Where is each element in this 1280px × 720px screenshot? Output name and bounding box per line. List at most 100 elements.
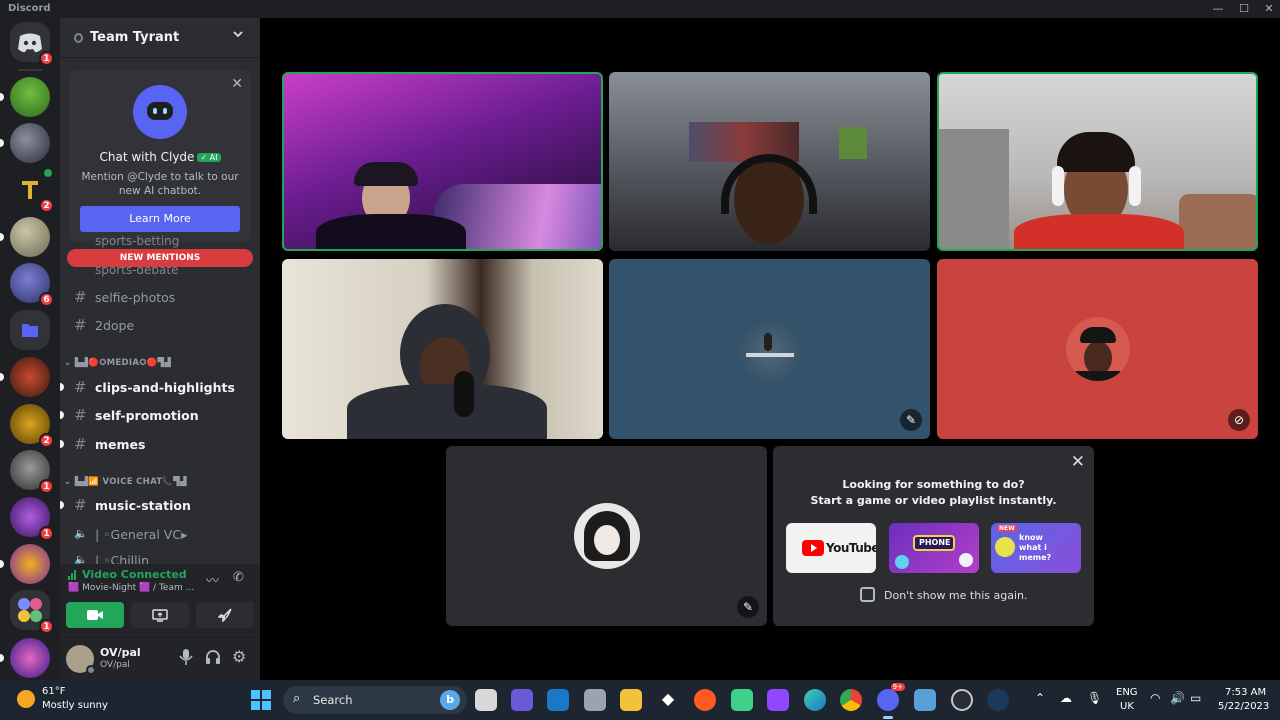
- channel-sports-betting[interactable]: sports-betting: [95, 234, 179, 248]
- video-tile-2[interactable]: [609, 72, 930, 251]
- server-icon-dark[interactable]: [0, 123, 50, 163]
- microphone-icon[interactable]: [179, 649, 193, 665]
- person-hair: [354, 162, 418, 186]
- clyde-avatar: [133, 85, 187, 139]
- video-tile-4[interactable]: [282, 259, 603, 439]
- clyde-eye: [163, 108, 167, 114]
- teams-icon[interactable]: [511, 689, 533, 711]
- microphone-tray-icon[interactable]: 🎙: [1087, 691, 1102, 705]
- minimize-button[interactable]: —: [1207, 0, 1229, 18]
- camera-button[interactable]: [66, 602, 124, 628]
- video-tile-3[interactable]: [937, 72, 1258, 251]
- new-mentions-bar[interactable]: NEW MENTIONS: [67, 249, 253, 267]
- volume-icon[interactable]: 🔊: [1170, 691, 1185, 705]
- headphones-icon[interactable]: [205, 649, 221, 665]
- channel-clips-and-highlights[interactable]: # clips-and-highlights: [60, 375, 252, 399]
- video-tile-6[interactable]: ⊘: [937, 259, 1258, 439]
- gartic-phone-activity-card[interactable]: PHONE: [889, 523, 979, 573]
- channel-memes[interactable]: # memes: [60, 432, 252, 456]
- dont-show-again-checkbox[interactable]: Don't show me this again.: [860, 587, 1027, 602]
- activity-button[interactable]: [196, 602, 254, 628]
- voice-status[interactable]: Video Connected: [82, 568, 187, 581]
- learn-more-button[interactable]: Learn More: [80, 206, 240, 232]
- server-icon-skull[interactable]: 1: [10, 450, 54, 494]
- app-icon-green[interactable]: [731, 689, 753, 711]
- direct-messages-button[interactable]: 1: [10, 22, 54, 66]
- battery-icon[interactable]: ▭: [1190, 691, 1201, 705]
- video-tile-1[interactable]: [282, 72, 603, 251]
- server-icon-rmg[interactable]: [0, 357, 50, 397]
- checkbox[interactable]: [860, 587, 875, 602]
- alienware-icon[interactable]: ◆: [657, 689, 679, 711]
- channel-selfie-photos[interactable]: # selfie-photos: [68, 285, 252, 309]
- taskbar-search[interactable]: ⌕ Search b: [283, 686, 467, 714]
- disconnect-icon[interactable]: ✆: [233, 570, 244, 585]
- wifi-icon[interactable]: ◠: [1150, 691, 1160, 705]
- weather-sun-icon[interactable]: [17, 690, 35, 708]
- server-header[interactable]: Team Tyrant: [60, 18, 260, 58]
- clock-date[interactable]: 5/22/2023: [1218, 701, 1269, 712]
- file-explorer-icon[interactable]: [620, 689, 642, 711]
- twitch-icon[interactable]: [767, 689, 789, 711]
- close-icon[interactable]: ✕: [231, 76, 243, 92]
- weather-temperature[interactable]: 61°F: [42, 686, 65, 697]
- video-tile-5[interactable]: ✎: [609, 259, 930, 439]
- calculator-icon[interactable]: [584, 689, 606, 711]
- soundcloud-icon[interactable]: [694, 689, 716, 711]
- task-view-icon[interactable]: [475, 689, 497, 711]
- app-icon-desktop[interactable]: [914, 689, 936, 711]
- discord-taskbar-icon[interactable]: 9+: [877, 683, 905, 719]
- activity-prompt: Looking for something to do?: [842, 478, 1025, 491]
- server-icon-purple[interactable]: 6: [10, 263, 54, 307]
- voice-channel-chillin[interactable]: 🔈 | ◦Chillin: [68, 548, 252, 564]
- channel-self-promotion[interactable]: # self-promotion: [60, 403, 252, 427]
- chrome-icon[interactable]: [840, 689, 862, 711]
- notification-badge: 1: [39, 526, 54, 541]
- server-icon-big-shop[interactable]: [0, 638, 50, 678]
- maximize-button[interactable]: ☐: [1233, 0, 1255, 18]
- noise-suppression-icon[interactable]: 〰: [206, 570, 219, 589]
- category-voice-chat[interactable]: ⌄ ▙▟📶 VOICE CHAT📞▜▟: [64, 477, 187, 487]
- server-folder-group[interactable]: 1: [10, 590, 54, 634]
- bing-icon[interactable]: b: [440, 690, 460, 710]
- outlook-icon[interactable]: [547, 689, 569, 711]
- server-icon-gold[interactable]: 2: [10, 404, 54, 448]
- know-what-i-meme-activity-card[interactable]: NEW know what i meme?: [991, 523, 1081, 573]
- close-window-button[interactable]: ✕: [1258, 0, 1280, 18]
- channel-music-station[interactable]: # music-station: [60, 493, 252, 517]
- close-icon[interactable]: ✕: [1071, 452, 1085, 472]
- server-rail: 1 2 6 2 1 1 1: [0, 18, 60, 680]
- activity-subprompt: Start a game or video playlist instantly…: [810, 494, 1057, 507]
- category-media[interactable]: ⌄ ▙▟🔴✪MEDIA✪🔴▜▟: [64, 358, 171, 368]
- screen-share-button[interactable]: [131, 602, 189, 628]
- user-name[interactable]: OV/pal: [100, 646, 141, 659]
- headphones-right: [1129, 166, 1141, 206]
- input-region[interactable]: UK: [1120, 701, 1134, 712]
- clock-time[interactable]: 7:53 AM: [1225, 687, 1266, 698]
- edge-icon[interactable]: [804, 689, 826, 711]
- start-button[interactable]: [251, 690, 271, 710]
- voice-channel-general[interactable]: 🔈 | ◦General VC▸: [68, 522, 252, 546]
- server-icon-sphere[interactable]: [0, 217, 50, 257]
- youtube-activity-card[interactable]: YouTube: [786, 523, 876, 573]
- video-tile-7[interactable]: ✎: [446, 446, 767, 626]
- chevron-up-icon[interactable]: ⌃: [1035, 691, 1045, 705]
- gear-icon[interactable]: ⚙: [232, 647, 246, 666]
- input-language[interactable]: ENG: [1116, 687, 1138, 698]
- server-icon-tyrant[interactable]: 2: [10, 167, 54, 213]
- server-icon-flame[interactable]: [0, 544, 50, 584]
- server-icon-pepe[interactable]: [0, 77, 50, 117]
- onedrive-icon[interactable]: ☁: [1060, 691, 1072, 705]
- app-icon-ring[interactable]: [951, 689, 973, 711]
- voice-channel-path[interactable]: 🟪 Movie-Night 🟪 / Team ...: [68, 583, 194, 593]
- channel-2dope[interactable]: # 2dope: [68, 313, 252, 337]
- server-folder[interactable]: [10, 310, 50, 350]
- weather-condition[interactable]: Mostly sunny: [42, 700, 108, 711]
- avatar-face: [1083, 341, 1112, 375]
- avatar: [573, 503, 640, 569]
- avatar[interactable]: [66, 645, 96, 675]
- server-icon-gem[interactable]: 1: [10, 497, 54, 541]
- channel-name: | ◦Chillin: [95, 553, 150, 564]
- steam-icon[interactable]: [987, 689, 1009, 711]
- muted-icon: ✎: [737, 596, 759, 618]
